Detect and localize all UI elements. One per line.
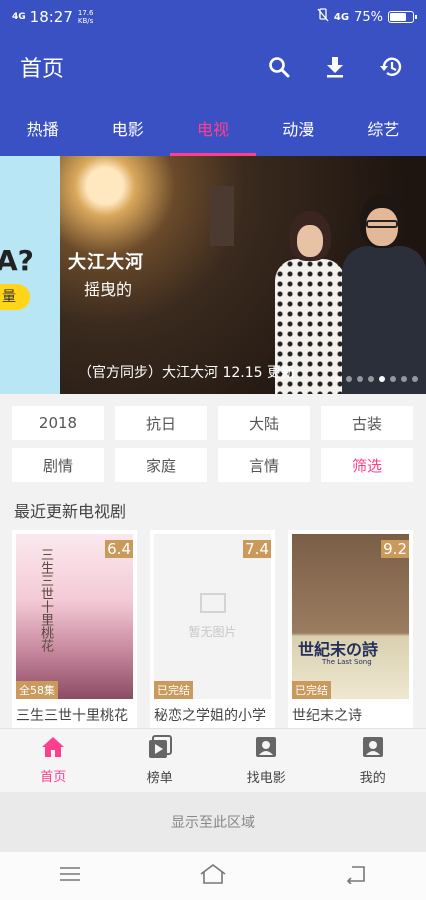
tv-card[interactable]: 三生三世十里桃花 6.4 全58集 三生三世十里桃花 [12,530,137,728]
download-icon[interactable] [320,52,350,82]
carousel-dot[interactable] [368,376,374,382]
mute-icon [317,8,329,26]
poster-subtitle-text: The Last Song [322,658,372,666]
speed-value: 17.6 [77,9,94,17]
tab-label: 综艺 [367,120,400,139]
bottom-navigation: 首页 榜单 找电影 我的 [0,728,426,792]
status-bar: 4G 18:27 17.6 KB/s 4G 75% [0,0,426,34]
nav-find-movie[interactable]: 找电影 [213,729,320,792]
lamp-shape [210,186,234,246]
episode-badge: 全58集 [16,681,58,699]
episode-badge: 已完结 [154,681,193,699]
carousel-dot[interactable] [379,376,385,382]
nav-label: 找电影 [246,771,286,786]
search-icon[interactable] [264,52,294,82]
system-navigation [0,852,426,900]
poster-title-text: 三生三世十里桃花 [38,548,53,652]
history-icon[interactable] [376,52,406,82]
previous-slide-peek[interactable]: A? 量 [0,156,60,394]
network-speed: 17.6 KB/s [78,9,96,25]
filter-family[interactable]: 家庭 [115,448,207,482]
card-title: 世纪末之诗 [292,708,362,724]
find-movie-icon [254,735,278,763]
home-icon [41,736,65,762]
image-placeholder-icon [199,593,226,613]
status-right: 4G 75% [317,8,417,26]
carousel-dot[interactable] [346,376,352,382]
network-type: 4G [333,11,350,23]
nav-profile[interactable]: 我的 [320,729,426,792]
tv-list: 三生三世十里桃花 6.4 全58集 三生三世十里桃花 暂无图片 7.4 已完结 … [12,530,426,728]
filter-costume[interactable]: 古装 [321,406,413,440]
speed-unit: KB/s [77,17,94,25]
ranking-icon [148,735,172,763]
category-tabs: 热播 电影 电视 动漫 综艺 [0,100,426,156]
tab-label: 动漫 [282,120,315,139]
filter-drama[interactable]: 剧情 [12,448,104,482]
section-title: 最近更新电视剧 [14,502,127,521]
clock: 18:27 [29,8,73,26]
carousel-dot[interactable] [335,376,341,382]
tab-label: 电视 [197,120,230,139]
banner-caption: （官方同步）大江大河 12.15 更新 [78,365,295,381]
app-bar: 首页 [0,34,426,100]
filter-more-button[interactable]: 筛选 [321,448,413,482]
carousel-dot[interactable] [412,376,418,382]
nav-label: 我的 [359,771,386,786]
nav-label: 榜单 [146,771,173,786]
back-icon[interactable] [344,864,368,888]
score-badge: 7.4 [243,540,271,558]
score-badge: 9.2 [381,540,409,558]
carousel-dot[interactable] [390,376,396,382]
home-button-icon[interactable] [199,863,227,889]
poster-image: 三生三世十里桃花 6.4 全58集 [16,534,133,699]
carousel-dots [335,376,418,382]
app-bar-actions [264,52,406,82]
logo-title: 大江大河 [68,252,144,273]
signal-indicator: 4G [12,11,26,22]
banner-image: 大江大河 摇曳的 [60,156,426,394]
display-area-hint: 显示至此区域 [0,792,426,852]
tv-card[interactable]: 暂无图片 7.4 已完结 秘恋之学姐的小学 [150,530,275,728]
score-badge: 6.4 [105,540,133,558]
filter-anti-japanese[interactable]: 抗日 [115,406,207,440]
show-logo: 大江大河 摇曳的 [68,248,178,300]
peek-button: 量 [0,284,30,310]
poster-image: 世紀末の詩 The Last Song 9.2 已完结 [292,534,409,699]
filter-grid: 2018 抗日 大陆 古装 剧情 家庭 言情 筛选 [12,406,414,482]
tab-tv[interactable]: 电视 [170,100,256,156]
battery-icon [388,11,417,23]
tab-label: 热播 [26,120,59,139]
card-title: 秘恋之学姐的小学 [154,708,266,724]
poster-placeholder: 暂无图片 7.4 已完结 [154,534,271,699]
placeholder-text: 暂无图片 [188,625,237,639]
episode-badge: 已完结 [292,681,331,699]
actor-figure [342,194,426,394]
filter-mainland[interactable]: 大陆 [218,406,310,440]
banner-carousel[interactable]: A? 量 大江大河 摇曳的 （官方同步）大江大河 12.15 更新 [0,156,426,394]
peek-text: A? [0,244,34,277]
card-title: 三生三世十里桃花 [16,708,128,724]
carousel-dot[interactable] [401,376,407,382]
tv-card[interactable]: 世紀末の詩 The Last Song 9.2 已完结 世纪末之诗 [288,530,413,728]
menu-icon[interactable] [58,865,82,887]
nav-label: 首页 [40,770,67,785]
poster-title-text: 世紀末の詩 [298,640,379,659]
tab-anime[interactable]: 动漫 [256,100,341,156]
logo-subtitle: 摇曳的 [84,280,133,299]
tab-movie[interactable]: 电影 [85,100,170,156]
filter-2018[interactable]: 2018 [12,406,104,440]
profile-icon [361,735,385,763]
nav-home[interactable]: 首页 [0,729,107,792]
battery-percent: 75% [354,9,383,25]
tab-label: 电影 [111,120,144,139]
tab-variety[interactable]: 综艺 [341,100,426,156]
tab-hot[interactable]: 热播 [0,100,85,156]
nav-ranking[interactable]: 榜单 [107,729,214,792]
carousel-dot[interactable] [357,376,363,382]
page-title: 首页 [20,57,65,82]
filter-romance[interactable]: 言情 [218,448,310,482]
